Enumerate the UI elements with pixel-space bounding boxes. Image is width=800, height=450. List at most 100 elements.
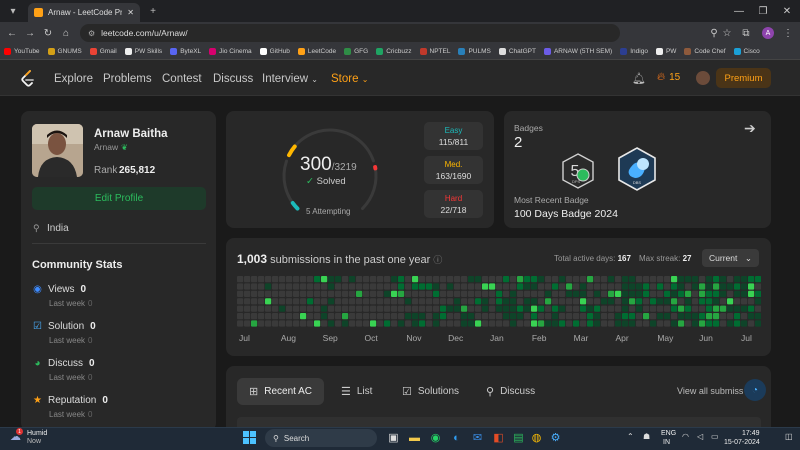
- nav-interview[interactable]: Interview ⌄: [262, 73, 318, 85]
- new-tab-icon[interactable]: +: [145, 3, 161, 19]
- bookmark-item[interactable]: GFG: [344, 48, 368, 55]
- bookmark-item[interactable]: GNUMS: [47, 48, 82, 55]
- heatmap-cell: [510, 276, 517, 283]
- nav-discuss[interactable]: Discuss: [213, 73, 253, 85]
- tab-label: List: [356, 386, 373, 397]
- bookmark-item[interactable]: Cricbuzz: [376, 48, 412, 55]
- reload-icon[interactable]: ↻: [40, 25, 56, 41]
- chrome-icon[interactable]: ◍: [529, 430, 544, 445]
- edge-icon[interactable]: ◐: [449, 430, 464, 445]
- heatmap-cell: [433, 305, 440, 312]
- bookmark-item[interactable]: PULMS: [458, 48, 491, 55]
- difficulty-medium[interactable]: Med. 163/1690: [424, 156, 483, 184]
- bookmark-item[interactable]: Cisco: [733, 48, 760, 55]
- bookmark-item[interactable]: NPTEL: [419, 48, 450, 55]
- period-dropdown[interactable]: Current ⌄: [702, 249, 759, 267]
- bookmark-favicon-icon: [655, 48, 663, 55]
- notification-icon[interactable]: ◫: [785, 432, 793, 441]
- tab-close-icon[interactable]: ✕: [127, 8, 134, 17]
- notification-bell-icon[interactable]: 🔔︎: [632, 72, 646, 85]
- month-label: Jul: [239, 333, 250, 343]
- difficulty-easy[interactable]: Easy 115/811: [424, 122, 483, 150]
- bookmark-item[interactable]: PW Skills: [124, 48, 162, 55]
- bookmark-item[interactable]: YouTube: [4, 48, 40, 55]
- submission-heatmap: [237, 276, 761, 327]
- office-icon[interactable]: ◧: [491, 430, 506, 445]
- bookmark-item[interactable]: Indigo: [620, 48, 648, 55]
- mail-icon[interactable]: ✉: [470, 430, 485, 445]
- arrow-right-icon[interactable]: ➔: [744, 120, 756, 137]
- premium-button[interactable]: Premium: [716, 68, 771, 88]
- streak-counter[interactable]: 🔥︎ 15: [657, 71, 680, 84]
- language-primary[interactable]: ENG: [661, 430, 676, 437]
- nav-store[interactable]: Store ⌄: [331, 73, 368, 85]
- maximize-icon[interactable]: ❐: [752, 2, 774, 20]
- list-item[interactable]: [237, 417, 761, 427]
- heatmap-cell: [741, 283, 748, 290]
- badge-50-days-icon[interactable]: 5 DPS: [560, 152, 596, 190]
- bookmark-item[interactable]: Gmail: [89, 48, 117, 55]
- weather-title[interactable]: Humid: [27, 430, 47, 437]
- file-explorer-icon[interactable]: ▬: [407, 430, 422, 445]
- info-icon[interactable]: ⓘ: [433, 255, 442, 265]
- nav-contest[interactable]: Contest: [162, 73, 202, 85]
- nav-explore[interactable]: Explore: [54, 73, 93, 85]
- bookmark-item[interactable]: ChatGPT: [498, 48, 536, 55]
- badge-100-days-icon[interactable]: DBS: [615, 146, 659, 192]
- bookmark-item[interactable]: Jio Cinema: [209, 48, 252, 55]
- active-days: Total active days: 167: [554, 254, 631, 263]
- user-avatar[interactable]: [696, 71, 710, 85]
- site-info-icon[interactable]: ⚙: [88, 29, 95, 38]
- settings-gear-icon[interactable]: ⚙: [548, 430, 563, 445]
- tab-search-icon[interactable]: ▾: [5, 3, 21, 19]
- tab-solutions[interactable]: ☑ Solutions: [390, 378, 471, 405]
- address-bar[interactable]: ⚙ leetcode.com/u/Arnaw/: [80, 24, 620, 42]
- tray-network-icon[interactable]: ☗: [643, 432, 650, 441]
- tab-recent-ac[interactable]: ⊞ Recent AC: [237, 378, 325, 405]
- menu-icon[interactable]: ⋮: [780, 25, 796, 41]
- battery-icon[interactable]: ▭: [711, 432, 719, 441]
- browser-profile-avatar[interactable]: A: [762, 27, 774, 39]
- back-icon[interactable]: ←: [4, 25, 20, 41]
- heatmap-cell: [608, 276, 615, 283]
- windows-start-icon[interactable]: [243, 431, 256, 444]
- heatmap-cell: [664, 276, 671, 283]
- browser-tab[interactable]: Arnaw - LeetCode Profile ✕: [28, 3, 140, 22]
- edit-profile-button[interactable]: Edit Profile: [32, 187, 206, 210]
- extensions-icon[interactable]: ⧉: [738, 25, 754, 41]
- leetcode-logo-icon[interactable]: [20, 70, 36, 88]
- tab-list[interactable]: ☰ List: [329, 378, 384, 405]
- bookmark-favicon-icon: [620, 48, 628, 55]
- view-all-submissions-link[interactable]: View all submissions: [677, 386, 743, 396]
- difficulty-hard[interactable]: Hard 22/718: [424, 190, 483, 218]
- home-icon[interactable]: ⌂: [58, 25, 74, 41]
- store-icon[interactable]: ▤: [511, 430, 526, 445]
- whatsapp-icon[interactable]: ◉: [428, 430, 443, 445]
- heatmap-cell: [447, 305, 454, 312]
- bookmark-item[interactable]: PW: [655, 48, 676, 55]
- task-view-icon[interactable]: ▣: [386, 430, 401, 445]
- volume-icon[interactable]: ◁: [697, 432, 703, 441]
- chat-icon[interactable]: ◔: [744, 379, 766, 401]
- bookmark-star-icon[interactable]: ☆: [719, 25, 735, 41]
- heatmap-cell: [496, 305, 503, 312]
- forward-icon[interactable]: →: [22, 25, 38, 41]
- heatmap-cell: [657, 283, 664, 290]
- tray-chevron-up-icon[interactable]: ⌃: [627, 432, 634, 441]
- taskbar-search[interactable]: ⚲ Search: [265, 429, 377, 447]
- heatmap-cell: [671, 290, 678, 297]
- bookmark-item[interactable]: Code Chef: [684, 48, 726, 55]
- heatmap-cell: [335, 298, 342, 305]
- bookmark-item[interactable]: LeetCode: [297, 48, 336, 55]
- bookmark-item[interactable]: ARNAW (5TH SEM): [543, 48, 612, 55]
- close-window-icon[interactable]: ✕: [776, 2, 798, 20]
- clock-time[interactable]: 17:49: [742, 430, 760, 437]
- minimize-icon[interactable]: —: [728, 2, 750, 20]
- bookmark-item[interactable]: GitHub: [259, 48, 290, 55]
- tab-discuss[interactable]: ⚲ Discuss: [474, 378, 547, 405]
- heatmap-cell: [727, 305, 734, 312]
- heatmap-cell: [335, 313, 342, 320]
- bookmark-item[interactable]: ByteXL: [170, 48, 201, 55]
- nav-problems[interactable]: Problems: [103, 73, 152, 85]
- wifi-icon[interactable]: ◠: [682, 432, 689, 441]
